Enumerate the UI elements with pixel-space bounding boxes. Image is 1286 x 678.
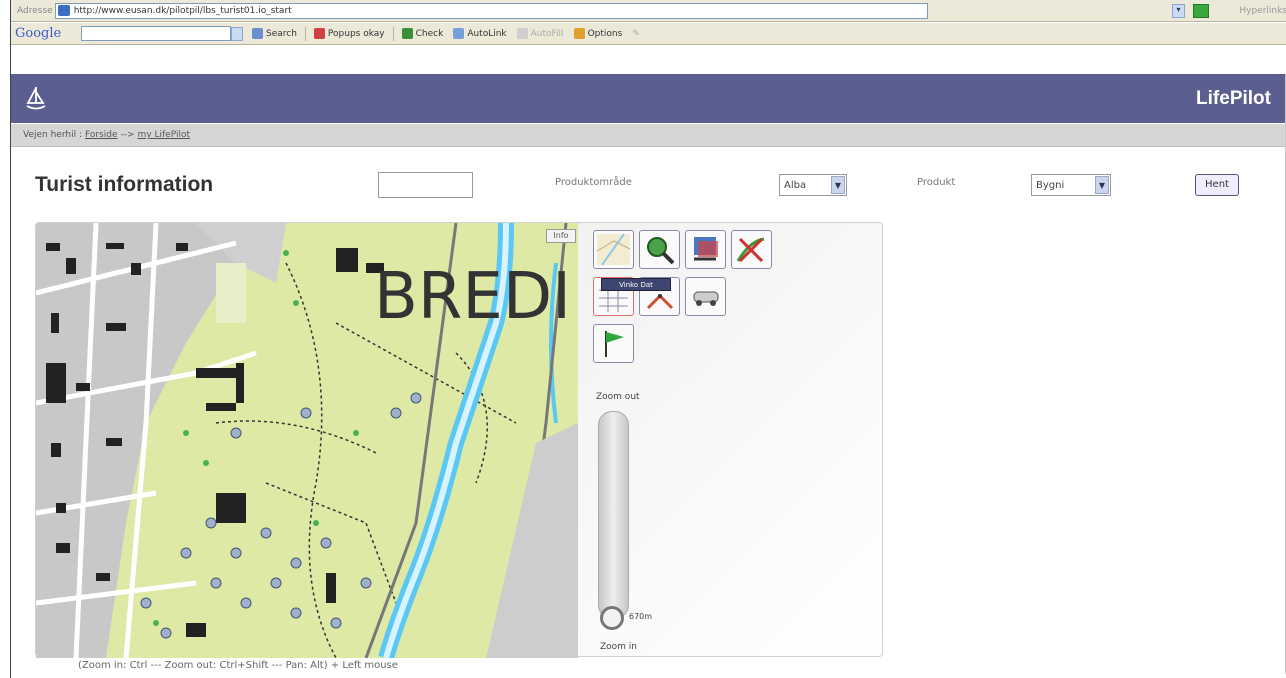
zoom-to-extent-tool[interactable] xyxy=(639,230,680,269)
product-value: Bygni xyxy=(1036,179,1065,191)
clear-selection-icon xyxy=(736,237,765,263)
options-label: Options xyxy=(587,28,623,39)
url-dropdown-icon[interactable]: ▾ xyxy=(1171,3,1186,18)
map-info-button[interactable]: Info xyxy=(546,229,576,243)
scale-label: 670m xyxy=(629,612,653,621)
google-search-dropdown-icon[interactable] xyxy=(231,26,243,41)
pencil-icon: ✎ xyxy=(632,28,640,39)
green-flag-tool[interactable] xyxy=(593,324,634,363)
product-area-value: Alba xyxy=(784,179,807,191)
breadcrumb-current-link[interactable]: my LifePilot xyxy=(138,130,190,140)
product-select[interactable]: Bygni ▼ xyxy=(1031,174,1111,196)
brand-name: LifePilot xyxy=(1196,88,1271,109)
google-search-input[interactable] xyxy=(81,26,231,41)
overview-map-tool[interactable] xyxy=(593,230,634,269)
clear-selection-tool[interactable] xyxy=(731,230,772,269)
breadcrumb-separator: --> xyxy=(120,130,135,140)
page-icon xyxy=(57,5,70,16)
product-area-select[interactable]: Alba ▼ xyxy=(779,174,847,196)
address-bar: Adresse http://www.eusan.dk/pilotpil/lbs… xyxy=(11,0,1286,22)
popup-blocker-icon xyxy=(313,28,325,39)
autolink-label: AutoLink xyxy=(467,28,507,39)
autofill-label: AutoFill xyxy=(530,28,564,39)
links-label[interactable]: Hyperlinks xyxy=(1239,6,1286,16)
breadcrumb: Vejen herhil : Forside --> my LifePilot xyxy=(11,124,1286,147)
map-layers-icon xyxy=(694,237,718,261)
chevron-down-icon: ▼ xyxy=(1095,176,1109,194)
site-header: LifePilot xyxy=(11,74,1286,123)
url-field[interactable]: http://www.eusan.dk/pilotpil/lbs_turist0… xyxy=(54,2,928,19)
browser-window: Adresse http://www.eusan.dk/pilotpil/lbs… xyxy=(10,0,1286,678)
green-flag-icon xyxy=(605,331,624,357)
zoom-to-extent-icon xyxy=(647,237,675,265)
overview-map-icon xyxy=(596,233,631,266)
search-input[interactable] xyxy=(378,172,473,198)
page-title: Turist information xyxy=(35,173,214,196)
search-label: Search xyxy=(266,28,297,39)
spellcheck-icon xyxy=(401,28,413,39)
product-area-label: Produktområde xyxy=(555,177,632,188)
highlight-button[interactable]: ✎ xyxy=(627,25,645,43)
breadcrumb-prefix: Vejen herhil : xyxy=(23,130,82,140)
popups-label: Popups okay xyxy=(327,28,385,39)
zoom-slider-handle[interactable] xyxy=(600,606,624,630)
map-place-label: BREDI xyxy=(374,260,571,334)
tool-tooltip: Vinko Dat xyxy=(601,278,671,291)
check-button[interactable]: Check xyxy=(397,25,449,43)
autolink-button[interactable]: AutoLink xyxy=(448,25,511,43)
options-icon xyxy=(573,28,585,39)
google-toolbar: Google Search Popups okay Check AutoLink… xyxy=(11,23,1286,45)
chevron-down-icon: ▼ xyxy=(831,176,845,194)
fetch-button[interactable]: Hent xyxy=(1195,174,1239,196)
zoom-slider[interactable] xyxy=(598,411,629,619)
toolbar-divider xyxy=(392,26,394,41)
product-label: Produkt xyxy=(917,177,956,188)
map-layers-tool[interactable] xyxy=(685,230,726,269)
zoom-out-label[interactable]: Zoom out xyxy=(596,392,640,402)
autofill-button[interactable]: AutoFill xyxy=(512,25,569,43)
search-button[interactable]: Search xyxy=(247,25,302,43)
popups-button[interactable]: Popups okay xyxy=(309,25,390,43)
address-label: Adresse xyxy=(17,5,53,16)
zoom-in-label[interactable]: Zoom in xyxy=(600,642,637,652)
url-text: http://www.eusan.dk/pilotpil/lbs_turist0… xyxy=(73,5,292,16)
route-car-tool[interactable] xyxy=(685,277,726,316)
check-label: Check xyxy=(415,28,444,39)
topographic-map: BREDI xyxy=(36,223,578,658)
go-button[interactable] xyxy=(1193,3,1210,18)
sailboat-icon[interactable] xyxy=(23,84,49,112)
route-car-icon xyxy=(693,291,719,306)
autolink-icon xyxy=(453,28,465,39)
breadcrumb-home-link[interactable]: Forside xyxy=(85,130,118,140)
autofill-icon xyxy=(516,28,528,39)
navigation-help-text: (Zoom in: Ctrl --- Zoom out: Ctrl+Shift … xyxy=(78,660,398,671)
options-button[interactable]: Options xyxy=(569,25,628,43)
google-logo[interactable]: Google xyxy=(11,26,81,41)
search-icon xyxy=(252,28,263,39)
map-canvas[interactable]: BREDI Info xyxy=(36,223,578,658)
toolbar-divider xyxy=(304,26,306,41)
map-panel: BREDI Info xyxy=(35,222,883,658)
